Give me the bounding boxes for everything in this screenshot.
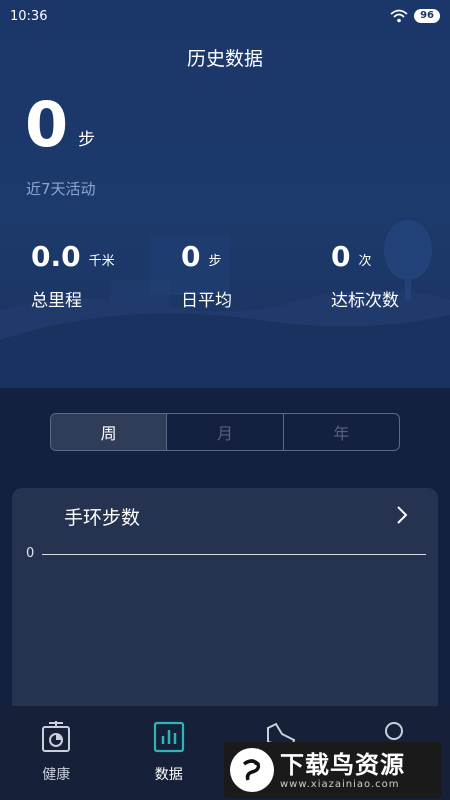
bird-logo-icon: [230, 748, 274, 792]
stat-label: 总里程: [31, 291, 82, 311]
chevron-right-icon[interactable]: [396, 505, 408, 525]
watermark-title: 下载鸟资源: [280, 750, 405, 779]
stat-unit: 千米: [88, 254, 115, 269]
watermark-banner: 下载鸟资源 www.xiazainiao.com: [224, 742, 442, 798]
period-subtitle: 近7天活动: [26, 180, 96, 198]
stat-goal-count: 0 次 达标次数: [331, 240, 399, 311]
status-time: 10:36: [10, 8, 48, 24]
watermark-url: www.xiazainiao.com: [280, 778, 400, 790]
page-title: 历史数据: [186, 48, 263, 70]
stat-value: 0: [181, 240, 201, 273]
nav-label: 数据: [154, 767, 183, 783]
battery-indicator: 96: [414, 9, 440, 23]
stat-value: 0: [331, 240, 351, 273]
tab-week[interactable]: 周: [51, 414, 167, 450]
band-steps-card[interactable]: 手环步数 0: [12, 488, 438, 728]
card-title: 手环步数: [64, 507, 141, 529]
tab-month[interactable]: 月: [166, 414, 282, 450]
stat-distance: 0.0 千米 总里程: [31, 240, 115, 311]
total-steps-value: 0: [25, 88, 69, 161]
total-steps: 0 步: [25, 90, 95, 160]
scale-icon: [42, 721, 71, 752]
bar-chart-icon: [153, 721, 184, 753]
stat-unit: 步: [208, 254, 222, 269]
total-steps-unit: 步: [78, 130, 96, 150]
hero-panel: 10:36 96 历史数据 0 步 近7天活动 0.0 千米 总里程 0 步 日…: [0, 0, 450, 388]
tab-year[interactable]: 年: [282, 414, 399, 450]
stat-unit: 次: [358, 254, 372, 269]
period-segmented-control: 周 月 年: [50, 413, 400, 451]
nav-data[interactable]: 数据: [113, 706, 226, 800]
status-bar: 10:36 96: [0, 0, 450, 32]
wifi-icon: [390, 9, 408, 23]
stat-label: 达标次数: [331, 291, 399, 311]
stat-daily-average: 0 步 日平均: [181, 240, 232, 311]
baseline: [42, 554, 426, 555]
stat-value: 0.0: [31, 240, 81, 273]
stat-label: 日平均: [181, 291, 232, 311]
y-axis-zero-label: 0: [26, 546, 35, 561]
nav-label: 健康: [42, 767, 71, 783]
nav-health[interactable]: 健康: [0, 706, 113, 800]
